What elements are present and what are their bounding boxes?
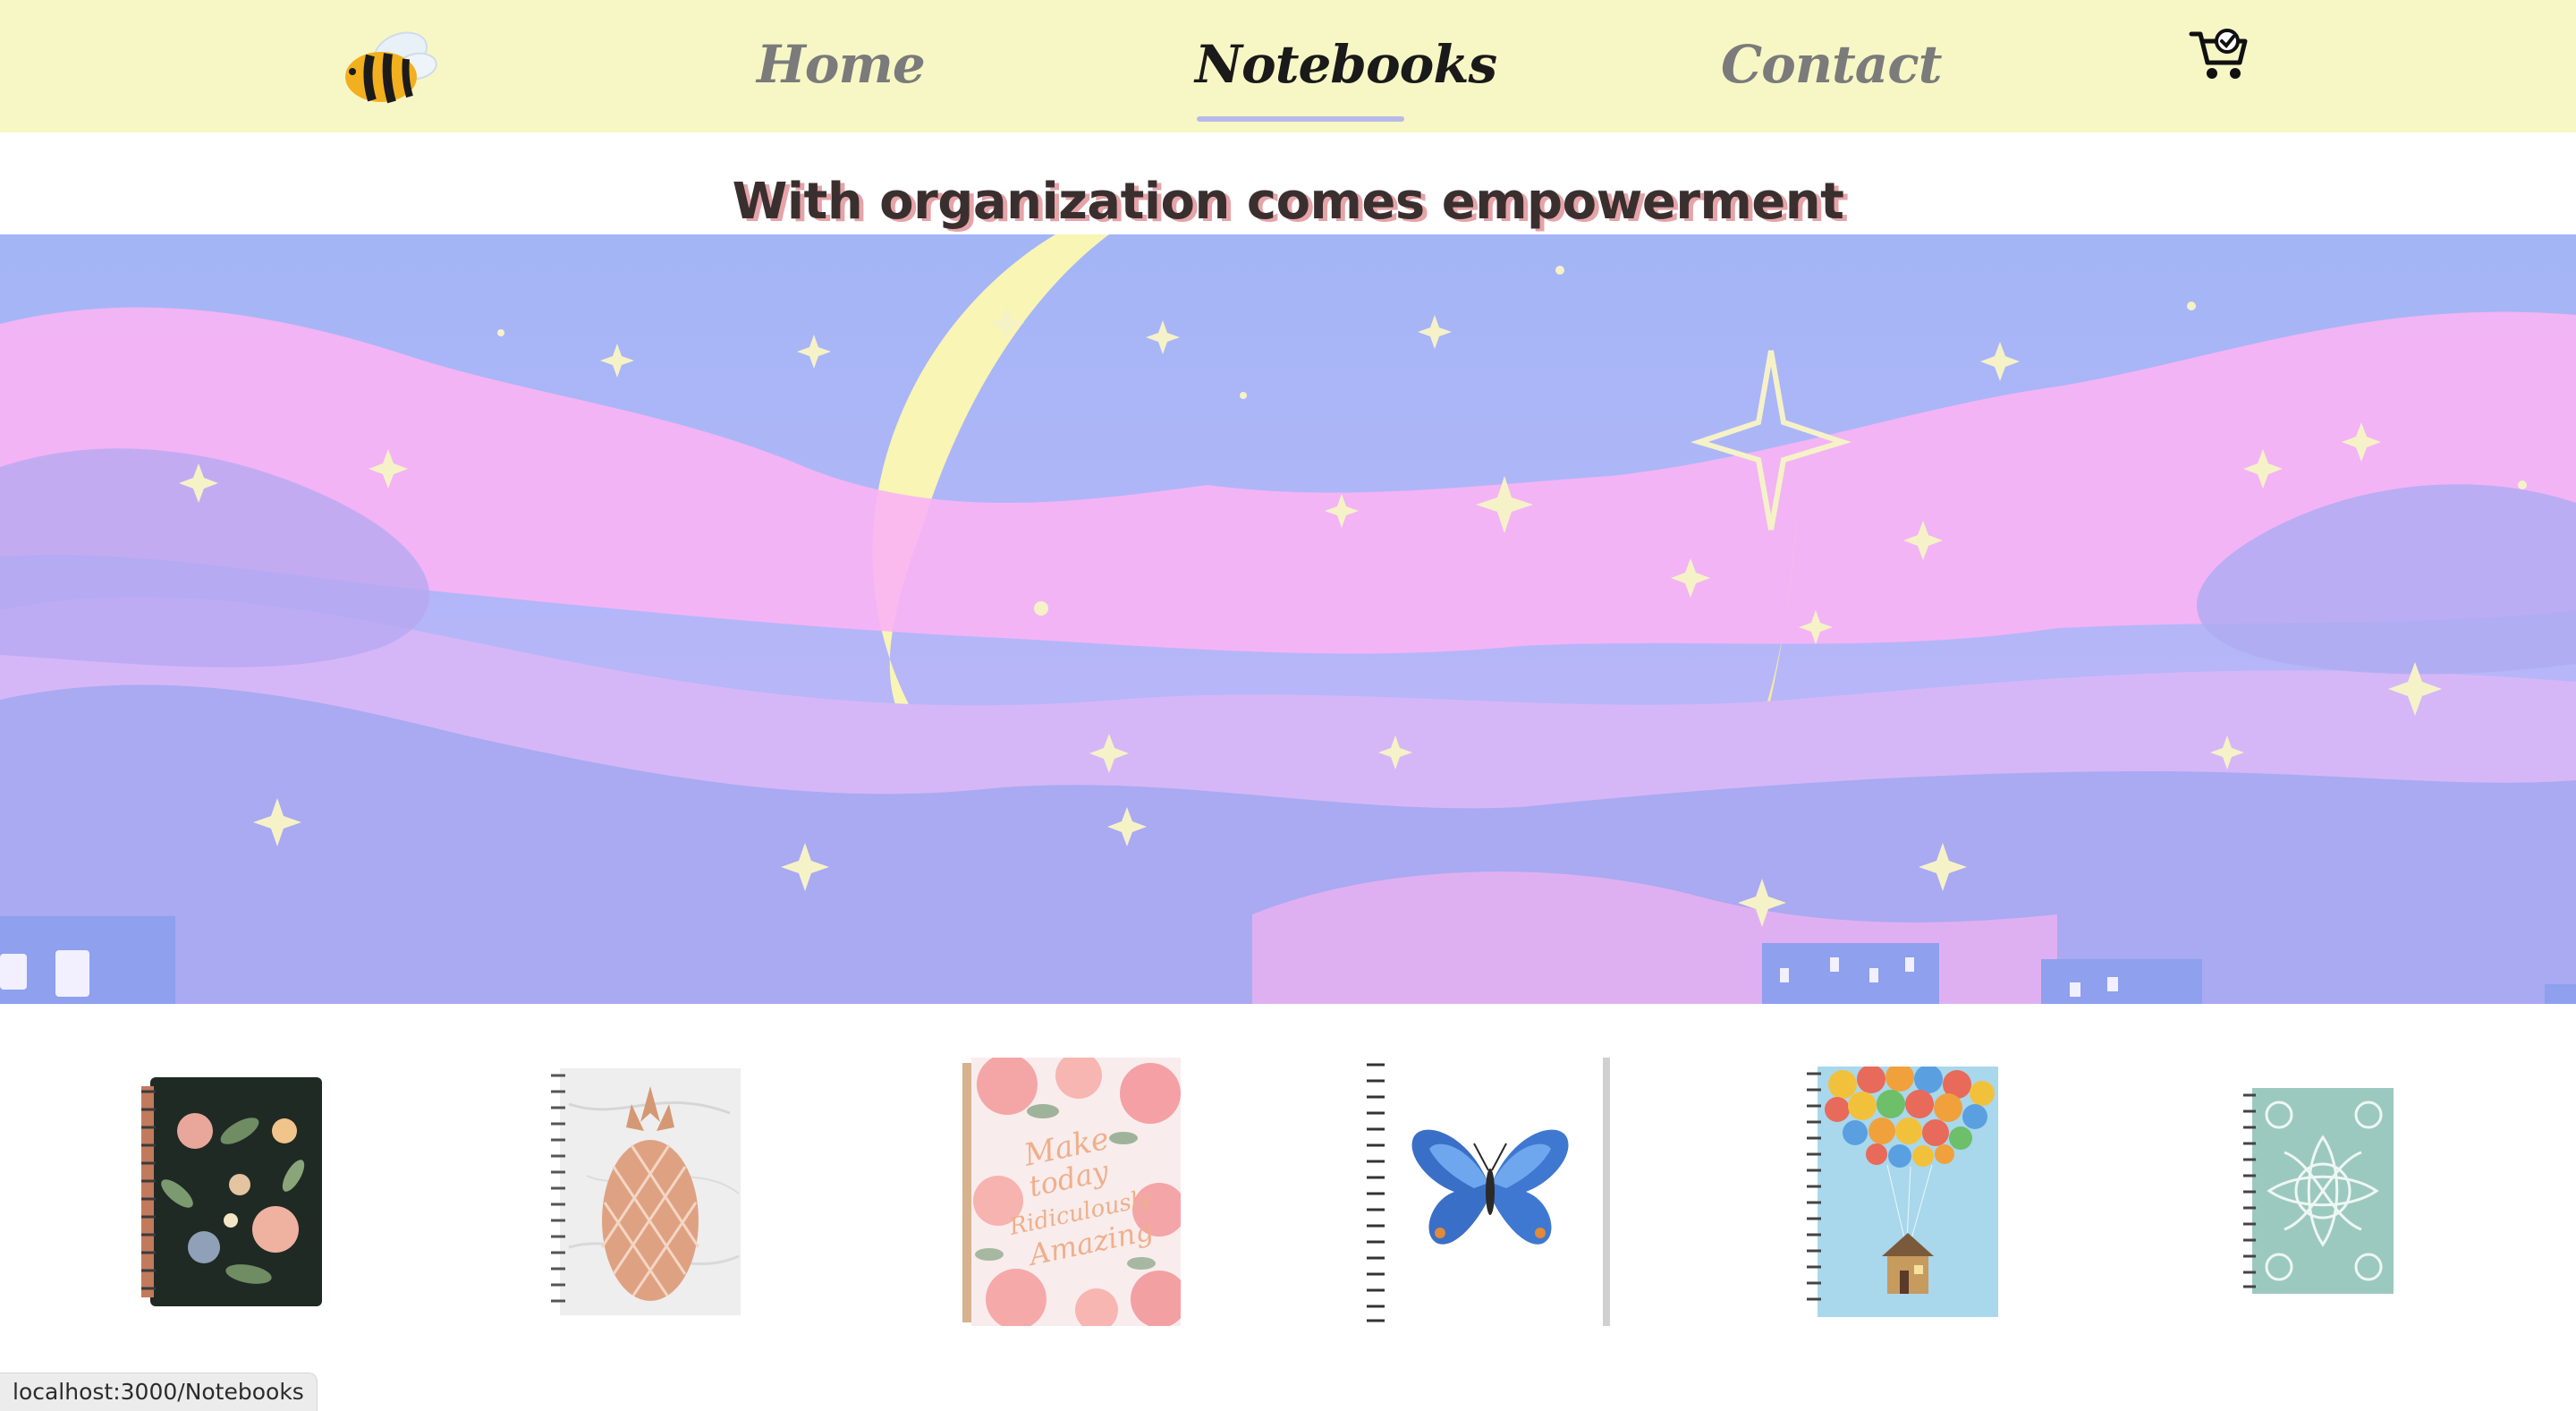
product-blue-butterfly-notebook[interactable] xyxy=(1367,1058,1610,1326)
nav-link-home[interactable]: Home xyxy=(757,32,926,97)
product-balloon-house-notebook[interactable] xyxy=(1807,1067,1998,1317)
nav-link-contact[interactable]: Contact xyxy=(1721,32,1942,97)
shopping-cart-icon[interactable] xyxy=(2188,25,2250,84)
browser-status-url: localhost:3000/Notebooks xyxy=(0,1373,318,1411)
product-pink-peony-notebook[interactable]: Make today Ridiculously Amazing xyxy=(962,1058,1181,1326)
top-navbar: Home Notebooks Contact xyxy=(0,0,2576,132)
product-teal-mandala-notebook[interactable] xyxy=(2243,1088,2394,1294)
product-dark-floral-notebook[interactable] xyxy=(141,1077,322,1306)
active-nav-underline xyxy=(1197,116,1404,122)
bee-logo-icon[interactable] xyxy=(329,25,440,109)
notebook-product-row: Make today Ridiculously Amazing xyxy=(0,1047,2576,1342)
nav-link-notebooks[interactable]: Notebooks xyxy=(1195,32,1497,97)
hero-tagline: With organization comes empowerment xyxy=(732,173,1844,231)
hero-banner-image xyxy=(0,234,2576,1004)
product-marble-pineapple-notebook[interactable] xyxy=(551,1068,741,1315)
